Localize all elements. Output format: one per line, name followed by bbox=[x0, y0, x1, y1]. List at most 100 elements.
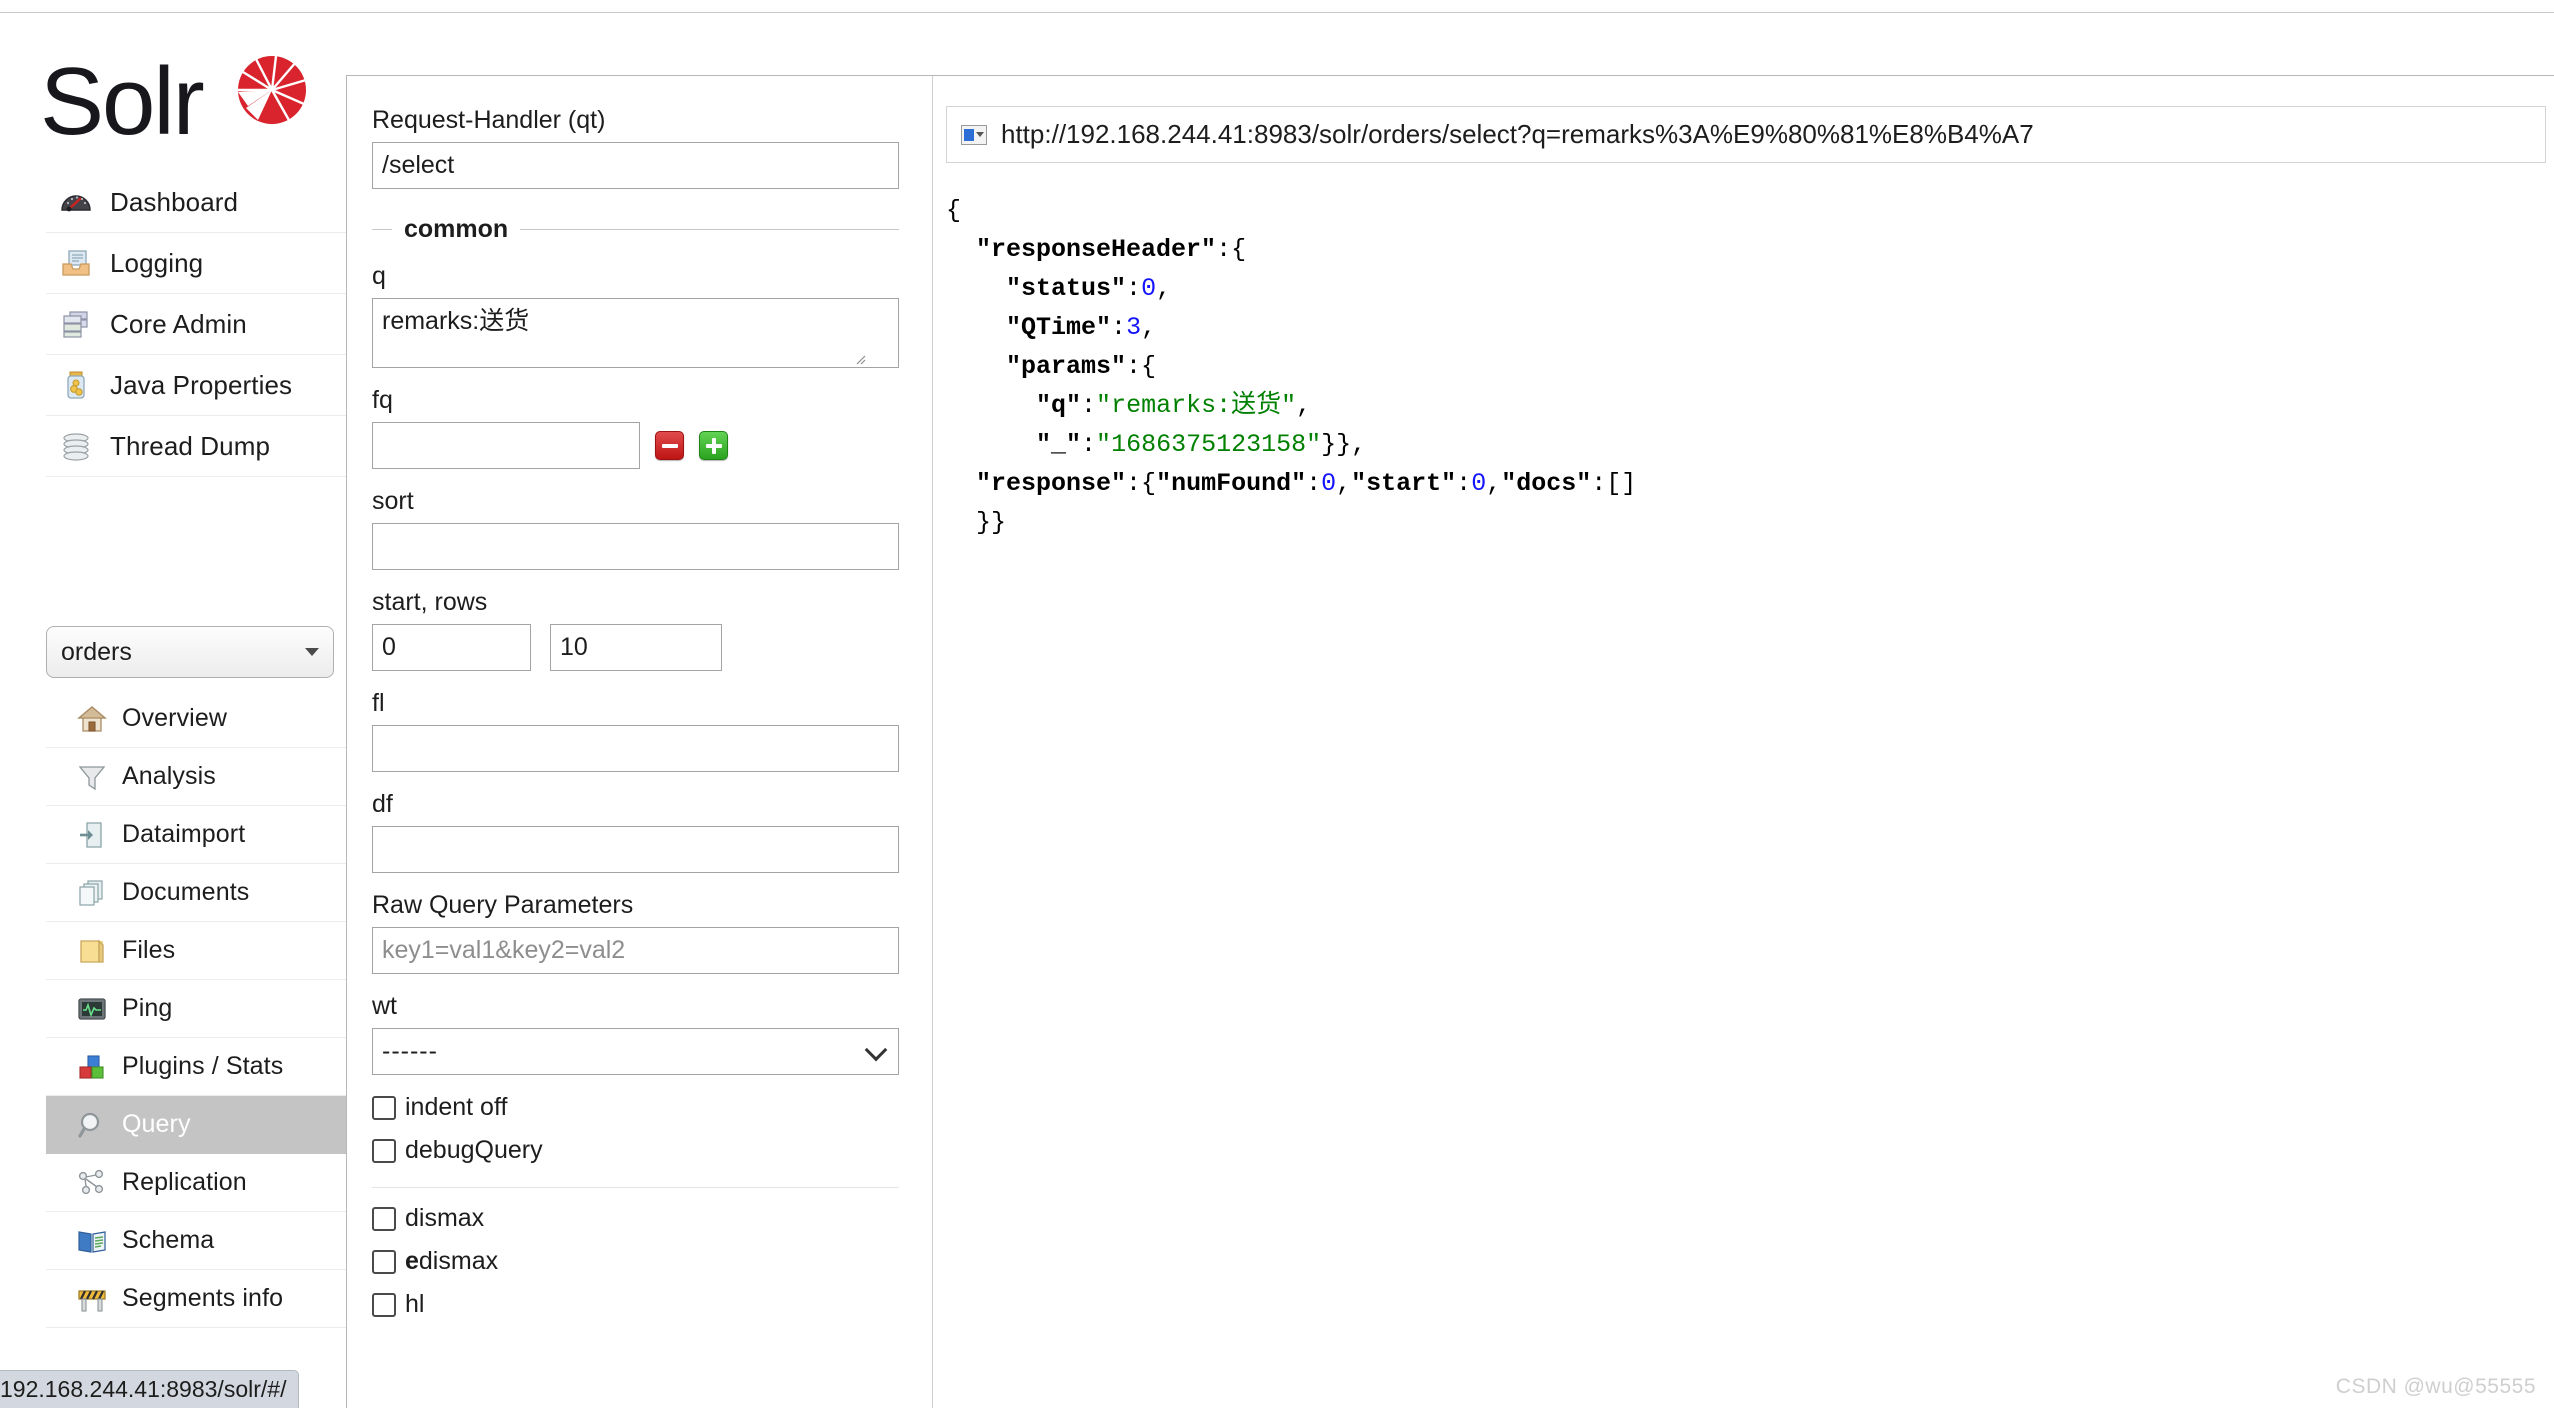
wt-select[interactable]: ------ bbox=[372, 1028, 899, 1075]
edismax-row[interactable]: edismax bbox=[372, 1247, 900, 1276]
chevron-down-icon bbox=[305, 648, 319, 656]
q-input[interactable]: remarks:送货 bbox=[372, 298, 899, 368]
sidebar-item-core-admin[interactable]: Core Admin bbox=[46, 294, 346, 355]
status-bar: 192.168.244.41:8983/solr/#/ bbox=[0, 1370, 300, 1408]
request-handler-input[interactable] bbox=[372, 142, 899, 189]
sidebar-item-documents[interactable]: Documents bbox=[46, 864, 346, 922]
json-numfound-value: 0 bbox=[1321, 469, 1337, 498]
sidebar-item-label: Core Admin bbox=[110, 308, 247, 339]
sidebar-item-dataimport[interactable]: Dataimport bbox=[46, 806, 346, 864]
fq-input[interactable] bbox=[372, 422, 640, 469]
dashboard-gauge-icon bbox=[56, 182, 96, 222]
sort-label: sort bbox=[372, 487, 414, 515]
query-magnifier-icon bbox=[74, 1107, 110, 1143]
indent-off-checkbox[interactable] bbox=[372, 1095, 396, 1120]
core-selector-button[interactable]: orders bbox=[46, 626, 334, 678]
fl-label: fl bbox=[372, 689, 385, 717]
result-url-text[interactable]: http://192.168.244.41:8983/solr/orders/s… bbox=[1001, 119, 2034, 150]
sidebar-item-label: Dashboard bbox=[110, 186, 239, 217]
fl-input[interactable] bbox=[372, 725, 899, 772]
start-input[interactable] bbox=[372, 624, 531, 671]
sidebar-item-label: Plugins / Stats bbox=[122, 1052, 284, 1080]
replication-nodes-icon bbox=[74, 1165, 110, 1201]
sidebar-item-analysis[interactable]: Analysis bbox=[46, 748, 346, 806]
sidebar-item-label: Logging bbox=[110, 247, 204, 278]
rows-input[interactable] bbox=[550, 624, 722, 671]
json-status-value: 0 bbox=[1141, 274, 1157, 303]
sidebar-item-segments-info[interactable]: Segments info bbox=[46, 1270, 346, 1328]
edismax-label: edismax bbox=[405, 1247, 498, 1276]
sort-group: sort bbox=[372, 487, 900, 570]
start-rows-label: start, rows bbox=[372, 588, 488, 616]
common-fieldset-legend: common bbox=[372, 215, 899, 244]
edismax-rest: dismax bbox=[418, 1247, 499, 1275]
q-label: q bbox=[372, 262, 386, 290]
sidebar-item-overview[interactable]: Overview bbox=[46, 690, 346, 748]
hl-label: hl bbox=[405, 1290, 425, 1318]
plus-icon[interactable] bbox=[699, 431, 728, 460]
dismax-label: dismax bbox=[405, 1204, 485, 1232]
sidebar-item-plugins-stats[interactable]: Plugins / Stats bbox=[46, 1038, 346, 1096]
json-q-value: remarks:送货 bbox=[1111, 391, 1282, 420]
debug-query-label: debugQuery bbox=[405, 1136, 543, 1164]
result-url-bar[interactable]: http://192.168.244.41:8983/solr/orders/s… bbox=[946, 106, 2546, 163]
sidebar-item-label: Replication bbox=[122, 1168, 247, 1196]
response-json: { "responseHeader":{ "status":0, "QTime"… bbox=[946, 196, 1637, 537]
hl-row[interactable]: hl bbox=[372, 1290, 900, 1319]
segments-barrier-icon bbox=[74, 1281, 110, 1317]
analysis-funnel-icon bbox=[74, 759, 110, 795]
sidebar-item-ping[interactable]: Ping bbox=[46, 980, 346, 1038]
debug-query-checkbox[interactable] bbox=[372, 1138, 396, 1163]
plugins-blocks-icon bbox=[74, 1049, 110, 1085]
legend-dash-left bbox=[372, 229, 392, 230]
sidebar-item-label: Java Properties bbox=[110, 369, 293, 400]
sidebar-item-files[interactable]: Files bbox=[46, 922, 346, 980]
sidebar-item-replication[interactable]: Replication bbox=[46, 1154, 346, 1212]
raw-query-parameters-input[interactable] bbox=[372, 927, 899, 974]
core-selector[interactable]: orders bbox=[46, 626, 334, 678]
fl-group: fl bbox=[372, 689, 900, 772]
start-rows-group: start, rows bbox=[372, 588, 900, 671]
sidebar: Solr Dashboard Logging Core Admin Java P… bbox=[0, 24, 346, 1354]
common-legend-text: common bbox=[404, 215, 509, 243]
json-start-value: 0 bbox=[1471, 469, 1487, 498]
json-underscore-value: 1686375123158 bbox=[1111, 430, 1307, 459]
sidebar-item-dashboard[interactable]: Dashboard bbox=[46, 172, 346, 233]
dismax-row[interactable]: dismax bbox=[372, 1204, 900, 1233]
sidebar-item-java-properties[interactable]: Java Properties bbox=[46, 355, 346, 416]
files-folder-icon bbox=[74, 933, 110, 969]
watermark: CSDN @wu@55555 bbox=[2335, 1375, 2536, 1398]
q-group: q remarks:送货 bbox=[372, 262, 900, 368]
sidebar-item-logging[interactable]: Logging bbox=[46, 233, 346, 294]
sidebar-item-label: Query bbox=[122, 1110, 191, 1138]
hl-checkbox[interactable] bbox=[372, 1292, 396, 1317]
wt-select-value: ------ bbox=[382, 1037, 438, 1065]
raw-query-parameters-label: Raw Query Parameters bbox=[372, 891, 634, 919]
debug-query-row[interactable]: debugQuery bbox=[372, 1136, 900, 1165]
sidebar-item-schema[interactable]: Schema bbox=[46, 1212, 346, 1270]
logging-tray-icon bbox=[56, 243, 96, 283]
sidebar-item-thread-dump[interactable]: Thread Dump bbox=[46, 416, 346, 477]
indent-off-label: indent off bbox=[405, 1093, 508, 1121]
fq-row bbox=[372, 422, 900, 469]
minus-icon[interactable] bbox=[655, 431, 684, 460]
sidebar-core-nav: Overview Analysis Dataimport Documents F… bbox=[46, 690, 346, 1328]
sort-input[interactable] bbox=[372, 523, 899, 570]
sidebar-item-query[interactable]: Query bbox=[46, 1096, 346, 1154]
thread-dump-stack-icon bbox=[56, 426, 96, 466]
dismax-checkbox[interactable] bbox=[372, 1206, 396, 1231]
request-handler-label: Request-Handler (qt) bbox=[372, 106, 606, 134]
fq-group: fq bbox=[372, 386, 900, 469]
core-admin-servers-icon bbox=[56, 304, 96, 344]
df-input[interactable] bbox=[372, 826, 899, 873]
solr-logo[interactable]: Solr bbox=[0, 24, 346, 160]
sidebar-item-label: Documents bbox=[122, 878, 250, 906]
documents-pages-icon bbox=[74, 875, 110, 911]
fq-label: fq bbox=[372, 386, 393, 414]
sidebar-item-label: Overview bbox=[122, 704, 227, 732]
wt-label: wt bbox=[372, 992, 397, 1020]
indent-off-row[interactable]: indent off bbox=[372, 1093, 900, 1122]
edismax-checkbox[interactable] bbox=[372, 1249, 396, 1274]
json-qtime-value: 3 bbox=[1126, 313, 1142, 342]
sidebar-item-label: Thread Dump bbox=[110, 430, 271, 461]
